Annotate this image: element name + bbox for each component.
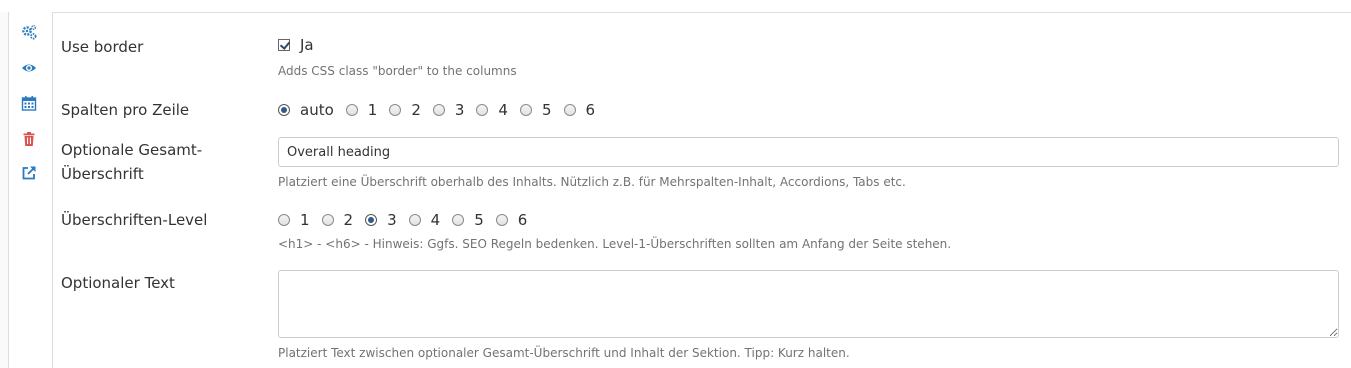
level-option-3[interactable]: 3 bbox=[365, 211, 397, 229]
radio-button[interactable] bbox=[408, 214, 421, 226]
use-border-help: Adds CSS class "border" to the columns bbox=[278, 64, 517, 78]
spalten-option-6[interactable]: 6 bbox=[563, 101, 595, 119]
radio-button[interactable] bbox=[476, 104, 489, 116]
spalten-option-auto[interactable]: auto bbox=[278, 101, 334, 119]
radio-button[interactable] bbox=[278, 104, 290, 116]
spalten-option-4[interactable]: 4 bbox=[476, 101, 508, 119]
optional-text-textarea[interactable] bbox=[278, 270, 1339, 338]
level-option-5[interactable]: 5 bbox=[452, 211, 484, 229]
spalten-option-2[interactable]: 2 bbox=[389, 101, 421, 119]
text-help: Platziert Text zwischen optionaler Gesam… bbox=[278, 346, 850, 360]
level-option-2[interactable]: 2 bbox=[321, 211, 353, 229]
heading-label-line2: Überschrift bbox=[61, 165, 144, 183]
radio-button[interactable] bbox=[495, 214, 508, 226]
radio-button[interactable] bbox=[389, 104, 402, 116]
top-bar bbox=[0, 0, 1351, 13]
radio-button[interactable] bbox=[278, 214, 290, 226]
spalten-option-3[interactable]: 3 bbox=[432, 101, 464, 119]
level-help: <h1> - <h6> - Hinweis: Ggfs. SEO Regeln … bbox=[278, 237, 952, 251]
external-link-icon[interactable] bbox=[19, 163, 39, 183]
level-option-6[interactable]: 6 bbox=[495, 211, 527, 229]
eye-icon[interactable] bbox=[19, 58, 39, 78]
level-label: Überschriften-Level bbox=[61, 211, 208, 229]
action-sidebar bbox=[9, 12, 53, 368]
spalten-option-5[interactable]: 5 bbox=[519, 101, 552, 119]
level-radio-group: 1 2 3 4 5 6 bbox=[278, 210, 539, 230]
calendar-icon[interactable] bbox=[19, 93, 39, 113]
left-gutter bbox=[0, 12, 9, 368]
radio-button[interactable] bbox=[519, 104, 532, 116]
radio-button[interactable] bbox=[432, 104, 445, 116]
text-label: Optionaler Text bbox=[61, 274, 175, 292]
overall-heading-input[interactable] bbox=[278, 137, 1339, 167]
use-border-checkbox[interactable] bbox=[278, 39, 290, 51]
level-option-4[interactable]: 4 bbox=[408, 211, 440, 229]
radio-button[interactable] bbox=[452, 214, 465, 226]
radio-button[interactable] bbox=[321, 214, 334, 226]
radio-button[interactable] bbox=[345, 104, 358, 116]
radio-button[interactable] bbox=[365, 214, 378, 226]
spalten-radio-group: auto 1 2 3 4 5 6 bbox=[278, 100, 607, 120]
use-border-label: Use border bbox=[61, 38, 144, 56]
use-border-checkbox-label[interactable]: Ja bbox=[300, 35, 314, 55]
spalten-option-1[interactable]: 1 bbox=[345, 101, 377, 119]
radio-button[interactable] bbox=[563, 104, 576, 116]
heading-label-line1: Optionale Gesamt- bbox=[61, 141, 203, 159]
level-option-1[interactable]: 1 bbox=[278, 211, 310, 229]
trash-icon[interactable] bbox=[19, 129, 39, 149]
cogs-icon[interactable] bbox=[19, 22, 39, 42]
spalten-label: Spalten pro Zeile bbox=[61, 101, 190, 119]
heading-help: Platziert eine Überschrift oberhalb des … bbox=[278, 175, 906, 189]
